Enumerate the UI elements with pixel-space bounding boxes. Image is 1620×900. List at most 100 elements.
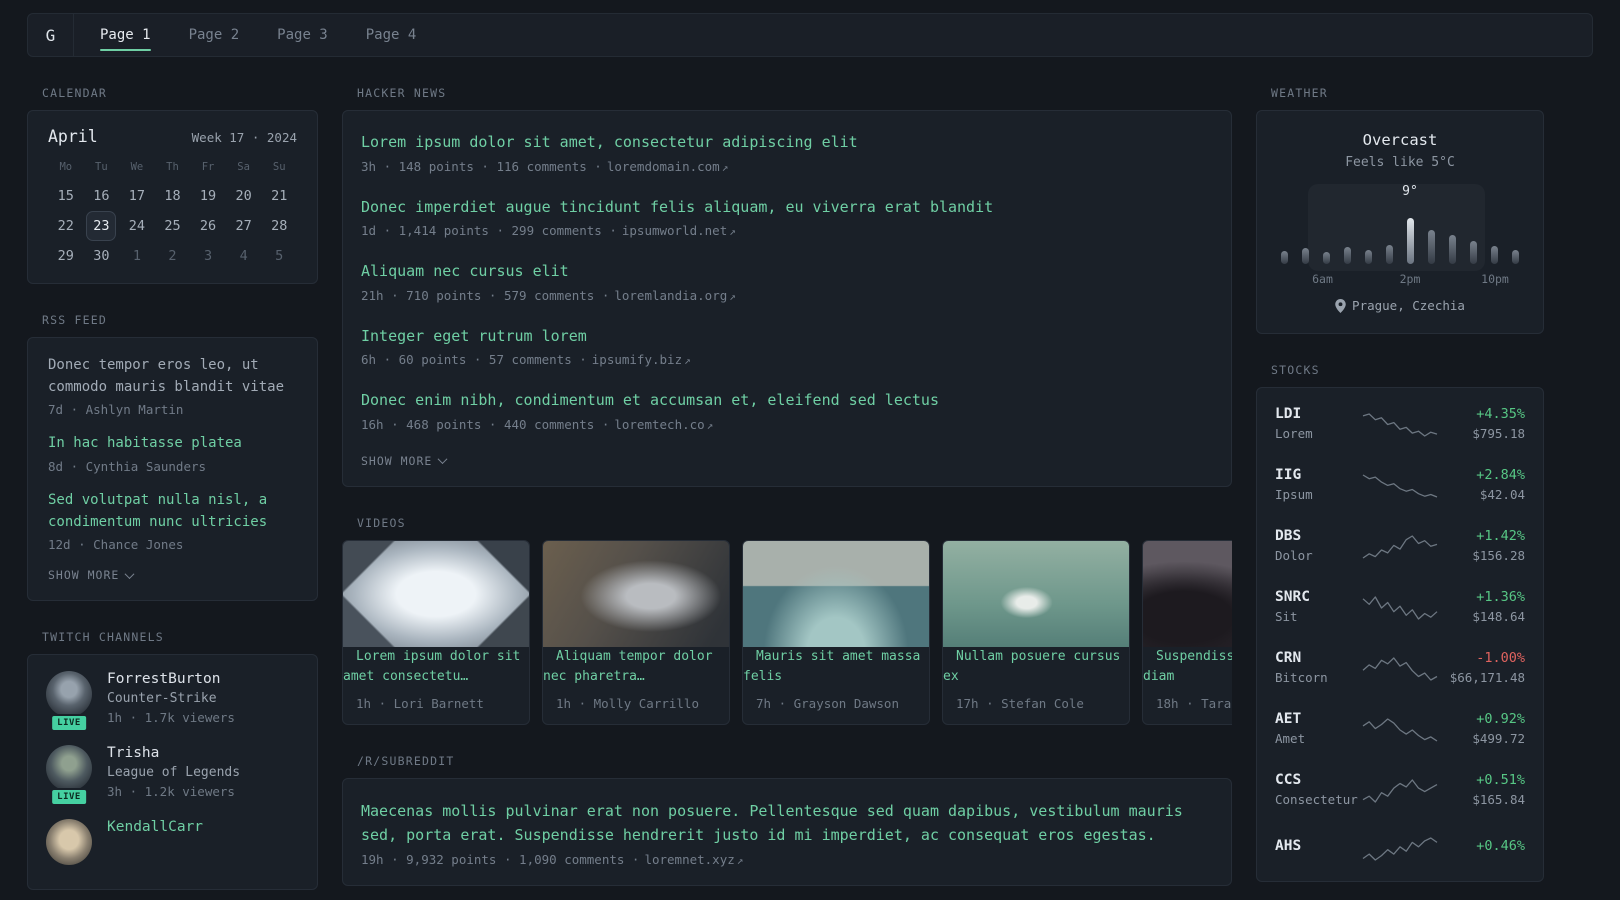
stock-row[interactable]: CCS Consectetur +0.51% $165.84 [1273, 759, 1527, 820]
page-tab[interactable]: Page 4 [366, 14, 417, 56]
hn-story-link[interactable]: Aliquam nec cursus elit [361, 260, 1213, 283]
current-temp-label: 9° [1402, 184, 1418, 199]
avatar[interactable] [46, 819, 92, 866]
hn-story-meta: 21h · 710 points · 579 comments · loreml… [361, 288, 1213, 303]
twitch-channel-name[interactable]: Trisha [107, 745, 159, 761]
page-tab[interactable]: Page 1 [100, 14, 151, 56]
reddit-domain-link[interactable]: loremnet.xyz [644, 852, 743, 867]
rss-item-link[interactable]: Sed volutpat nulla nisl, a condimentum n… [48, 490, 297, 533]
hour-label: 2pm [1399, 272, 1421, 286]
left-column: CALENDAR April Week 17 · 2024 Mo Tu We Th Fr… [27, 57, 318, 891]
video-thumbnail[interactable] [543, 540, 729, 647]
video-card[interactable]: Nullam posuere cursus ex 17h · Stefan Co… [942, 539, 1130, 725]
twitch-channel-row[interactable]: LIVE Trisha League of Legends 3h · 1.2k … [46, 745, 299, 807]
stock-values: +0.46% [1439, 838, 1525, 858]
stock-price: $42.04 [1479, 487, 1525, 502]
hn-story-link[interactable]: Lorem ipsum dolor sit amet, consectetur … [361, 131, 1213, 154]
hn-story-meta: 1d · 1,414 points · 299 comments · ipsum… [361, 223, 1213, 238]
stock-change: +2.84% [1476, 467, 1525, 483]
rss-item-meta: 7d · Ashlyn Martin [48, 402, 184, 418]
rss-item: In hac habitasse platea 8d · Cynthia Sau… [48, 433, 297, 474]
stock-name: Sit [1275, 609, 1298, 624]
video-card[interactable]: Aliquam tempor dolor nec pharetra… 1h · … [542, 539, 730, 725]
rss-item-link[interactable]: In hac habitasse platea [48, 433, 297, 455]
stock-row[interactable]: AHS +0.46% [1273, 820, 1527, 876]
video-thumbnail[interactable] [1143, 540, 1232, 647]
live-badge: LIVE [50, 788, 88, 807]
calendar-day: 17 [128, 188, 146, 204]
avatar[interactable] [46, 745, 92, 792]
hn-story-link[interactable]: Donec enim nibh, condimentum et accumsan… [361, 389, 1213, 412]
hn-story-link[interactable]: Integer eget rutrum lorem [361, 325, 1213, 348]
day-of-week-label: Fr [201, 161, 215, 173]
video-card[interactable]: Mauris sit amet massa felis 7h · Grayson… [742, 539, 930, 725]
video-meta: 7h · Grayson Dawson [756, 695, 899, 711]
stock-change: +0.92% [1476, 711, 1525, 727]
reddit-post-meta: 19h · 9,932 points · 1,090 comments · lo… [361, 852, 1213, 867]
stocks-widget: LDI Lorem +4.35% $795.18 IIG Ipsum +2.84… [1256, 387, 1544, 882]
hn-domain-link[interactable]: ipsumworld.net [622, 223, 736, 238]
twitch-channel-row[interactable]: LIVE ForrestBurton Counter-Strike 1h · 1… [46, 671, 299, 733]
hn-domain-link[interactable]: loremlandia.org [614, 288, 736, 303]
weather-bar [1428, 230, 1435, 264]
rss-list: Donec tempor eros leo, ut commodo mauris… [48, 355, 297, 552]
stock-row[interactable]: AET Amet +0.92% $499.72 [1273, 698, 1527, 759]
stock-id: AET Amet [1275, 711, 1361, 746]
page-tab[interactable]: Page 2 [189, 14, 240, 56]
stock-symbol: AET [1275, 711, 1302, 727]
dashboard-grid: CALENDAR April Week 17 · 2024 Mo Tu We Th Fr… [27, 57, 1620, 891]
reddit-post-link[interactable]: Maecenas mollis pulvinar erat non posuer… [361, 799, 1213, 847]
stock-price: $795.18 [1472, 426, 1525, 441]
calendar-day: 22 [57, 218, 74, 234]
stock-symbol: DBS [1275, 528, 1302, 544]
stock-row[interactable]: SNRC Sit +1.36% $148.64 [1273, 576, 1527, 637]
video-thumbnail[interactable] [943, 540, 1129, 647]
calendar-day: 30 [93, 248, 110, 264]
video-title-link[interactable]: Aliquam tempor dolor nec pharetra… [543, 637, 713, 684]
page-tab[interactable]: Page 3 [277, 14, 328, 56]
calendar-day: 18 [164, 188, 181, 204]
video-title-link[interactable]: Suspendisse interdum diam [1143, 637, 1232, 684]
video-card[interactable]: Suspendisse interdum diam 18h · Tara [1142, 539, 1232, 725]
weather-feels-like: Feels like 5°C [1345, 155, 1455, 170]
stock-change: +4.35% [1476, 406, 1525, 422]
hn-domain-link[interactable]: ipsumify.biz [592, 352, 691, 367]
stock-name: Lorem [1275, 426, 1313, 441]
video-thumbnail[interactable] [743, 540, 929, 647]
stock-values: +1.36% $148.64 [1439, 589, 1525, 624]
twitch-channel-info: Trisha League of Legends 3h · 1.2k viewe… [107, 745, 240, 799]
calendar-header: April Week 17 · 2024 [48, 127, 297, 146]
hn-domain-link[interactable]: loremdomain.com [607, 159, 729, 174]
calendar-day-headers: Mo Tu We Th Fr Sa Su [48, 156, 297, 181]
twitch-channel-name[interactable]: KendallCarr [107, 819, 203, 835]
video-thumbnail[interactable] [343, 540, 529, 647]
hn-story-meta: 16h · 468 points · 440 comments · loremt… [361, 417, 1213, 432]
app-logo[interactable]: G [28, 14, 74, 56]
twitch-channel-name[interactable]: ForrestBurton [107, 671, 221, 687]
stock-values: +4.35% $795.18 [1439, 406, 1525, 441]
weather-bar [1512, 250, 1519, 264]
stock-row[interactable]: LDI Lorem +4.35% $795.18 [1273, 393, 1527, 454]
twitch-channel-row[interactable]: KendallCarr [46, 819, 299, 866]
hn-story-link[interactable]: Donec imperdiet augue tincidunt felis al… [361, 196, 1213, 219]
hacker-news-widget-label: HACKER NEWS [357, 86, 447, 100]
video-title-link[interactable]: Mauris sit amet massa felis [743, 637, 920, 684]
avatar[interactable] [46, 671, 92, 718]
stock-name: Amet [1275, 731, 1306, 746]
day-of-week-label: Tu [95, 161, 108, 173]
stock-row[interactable]: IIG Ipsum +2.84% $42.04 [1273, 454, 1527, 515]
stock-row[interactable]: CRN Bitcorn -1.00% $66,171.48 [1273, 637, 1527, 698]
video-title-link[interactable]: Lorem ipsum dolor sit amet consectetu… [343, 637, 520, 684]
video-card[interactable]: Lorem ipsum dolor sit amet consectetu… 1… [342, 539, 530, 725]
hn-story-meta: 3h · 148 points · 116 comments · loremdo… [361, 159, 1213, 174]
rss-show-more-button[interactable]: SHOW MORE [48, 568, 135, 582]
hn-show-more-button[interactable]: SHOW MORE [361, 454, 448, 468]
stock-price: $156.28 [1472, 548, 1525, 563]
video-title-link[interactable]: Nullam posuere cursus ex [943, 637, 1120, 684]
stock-sparkline [1361, 714, 1439, 744]
hn-domain-link[interactable]: loremtech.co [614, 417, 713, 432]
hn-story: Lorem ipsum dolor sit amet, consectetur … [361, 131, 1213, 174]
stock-row[interactable]: DBS Dolor +1.42% $156.28 [1273, 515, 1527, 576]
rss-item-link[interactable]: Donec tempor eros leo, ut commodo mauris… [48, 355, 297, 398]
rss-widget-label: RSS FEED [42, 313, 107, 327]
